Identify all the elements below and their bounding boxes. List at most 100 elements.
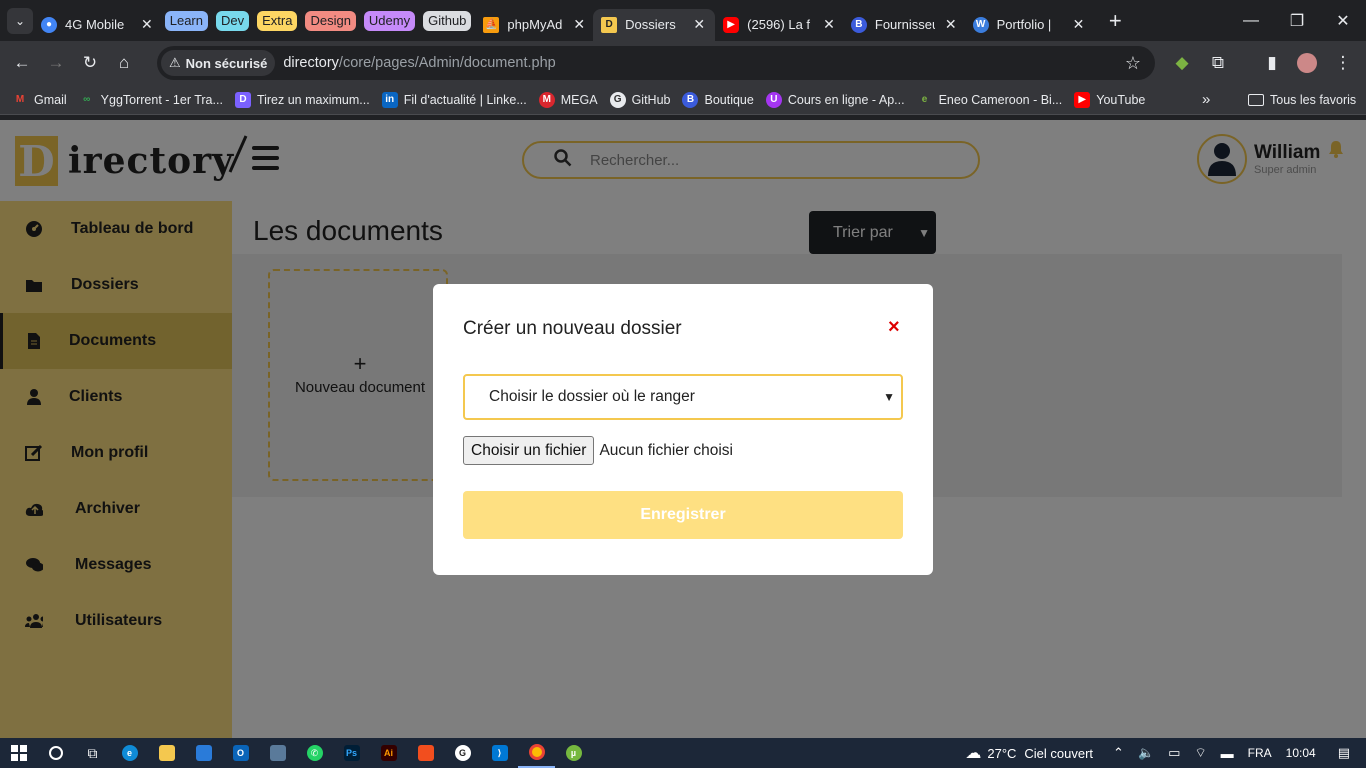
- tab-close-icon[interactable]: ✕: [141, 16, 153, 33]
- tab-fournisseur[interactable]: B Fournisseur ✕: [843, 9, 965, 41]
- bookmark-boutique[interactable]: B Boutique: [682, 91, 754, 108]
- tab-group-learn[interactable]: Learn: [164, 10, 208, 31]
- cloud-icon[interactable]: ☁: [965, 743, 981, 763]
- choose-file-button[interactable]: Choisir un fichier: [463, 436, 595, 465]
- bookmark-linkedin[interactable]: in Fil d'actualité | Linke...: [381, 91, 527, 108]
- task-view-icon[interactable]: ⧉: [74, 738, 111, 768]
- forward-button[interactable]: →: [39, 46, 73, 80]
- new-tab-button[interactable]: +: [1098, 4, 1132, 38]
- notifications-icon[interactable]: ▤: [1338, 745, 1350, 761]
- tab-title: Portfolio |: [996, 17, 1052, 32]
- tab-group-dev[interactable]: Dev: [215, 10, 250, 31]
- clock[interactable]: 10:04: [1286, 746, 1316, 760]
- battery-icon[interactable]: ▭: [1168, 745, 1180, 761]
- tab-group-design[interactable]: Design: [305, 10, 356, 31]
- tab-close-icon[interactable]: ✕: [693, 16, 705, 33]
- extensions-puzzle-icon[interactable]: ⧉: [1201, 46, 1235, 80]
- weather-temp[interactable]: 27°C: [987, 746, 1016, 761]
- windows-start-icon[interactable]: [0, 738, 37, 768]
- chrome-icon[interactable]: [518, 738, 555, 768]
- tab-group-udemy[interactable]: Udemy: [363, 10, 416, 31]
- chevron-up-icon[interactable]: ⌃: [1113, 745, 1124, 761]
- wifi-icon[interactable]: ⌔: [1194, 745, 1206, 761]
- wordpress-icon: W: [972, 16, 989, 33]
- tab-close-icon[interactable]: ✕: [945, 16, 957, 33]
- bookmark-eneo[interactable]: e Eneo Cameroon - Bi...: [917, 92, 1063, 108]
- web-page: D irectory Rechercher... William Super a…: [0, 120, 1366, 738]
- security-chip[interactable]: ⚠ Non sécurisé: [161, 50, 276, 76]
- bookmark-github[interactable]: G GitHub: [609, 91, 671, 108]
- search-icon[interactable]: [37, 738, 74, 768]
- tab-close-icon[interactable]: ✕: [573, 16, 585, 33]
- system-tray: ☁ 27°C Ciel couvert ⌃ 🔈 ▭ ⌔ ▬ FRA 10:04 …: [965, 738, 1366, 768]
- photoshop-icon[interactable]: Ps: [333, 738, 370, 768]
- outlook-icon[interactable]: O: [222, 738, 259, 768]
- edge-icon[interactable]: e: [111, 738, 148, 768]
- globe-icon: ●: [41, 16, 57, 33]
- bookmark-youtube[interactable]: ▶ YouTube: [1074, 91, 1146, 108]
- tab-close-icon[interactable]: ✕: [1073, 16, 1085, 33]
- bookmark-gmail[interactable]: M Gmail: [12, 92, 67, 108]
- bookmark-yggtorrent[interactable]: ∞ YggTorrent - 1er Tra...: [79, 92, 223, 108]
- tab-dossiers[interactable]: D Dossiers ✕: [593, 8, 716, 41]
- store-icon[interactable]: [185, 738, 222, 768]
- bookmark-label: MEGA: [560, 92, 598, 107]
- vscode-icon[interactable]: ⟩: [481, 738, 518, 768]
- whatsapp-icon[interactable]: ✆: [296, 738, 333, 768]
- save-button[interactable]: Enregistrer: [463, 491, 903, 539]
- warning-icon: ⚠: [169, 55, 181, 70]
- url-host: directory: [283, 55, 339, 71]
- modal-title: Créer un nouveau dossier: [463, 318, 682, 339]
- more-bookmarks-icon[interactable]: »: [1202, 91, 1210, 108]
- bookmark-label: Fil d'actualité | Linke...: [403, 92, 527, 107]
- bookmark-mega[interactable]: M MEGA: [538, 91, 598, 108]
- github-desktop-icon[interactable]: G: [444, 738, 481, 768]
- bookmark-label: Eneo Cameroon - Bi...: [938, 92, 1063, 107]
- language-indicator[interactable]: FRA: [1248, 746, 1272, 760]
- extension-icon[interactable]: ◆: [1165, 46, 1199, 80]
- all-bookmarks-label: Tous les favoris: [1270, 92, 1357, 107]
- tab-group-extra[interactable]: Extra: [257, 10, 298, 31]
- weather-text[interactable]: Ciel couvert: [1024, 746, 1093, 761]
- tab-title: phpMyAdmin: [507, 17, 563, 32]
- photos-icon[interactable]: [259, 738, 296, 768]
- bookmark-label: YouTube: [1096, 92, 1146, 107]
- tab-phpmyadmin[interactable]: ⛵ phpMyAdmin ✕: [475, 9, 593, 41]
- bookmark-udemy[interactable]: U Cours en ligne - Ap...: [765, 91, 905, 108]
- keyboard-icon[interactable]: ▬: [1221, 746, 1234, 761]
- address-bar[interactable]: ⚠ Non sécurisé directory/core/pages/Admi…: [157, 46, 1155, 80]
- volume-icon[interactable]: 🔈: [1138, 745, 1154, 761]
- home-button[interactable]: ⌂: [107, 46, 141, 80]
- tab-search-button[interactable]: ⌄: [7, 7, 33, 34]
- tab-portfolio[interactable]: W Portfolio | ✕: [965, 9, 1093, 41]
- minimize-button[interactable]: —: [1228, 0, 1274, 41]
- profile-avatar-icon[interactable]: [1290, 46, 1324, 80]
- bookmark-tirez[interactable]: D Tirez un maximum...: [234, 91, 370, 108]
- d-icon: D: [234, 91, 251, 108]
- utorrent-icon[interactable]: µ: [555, 738, 592, 768]
- browser-menu-icon[interactable]: ⋮: [1326, 46, 1360, 80]
- bookmark-label: Gmail: [34, 92, 67, 107]
- chevron-down-icon: ▼: [883, 390, 895, 404]
- close-icon[interactable]: ×: [888, 316, 900, 339]
- file-explorer-icon[interactable]: [148, 738, 185, 768]
- back-button[interactable]: ←: [5, 46, 39, 80]
- folder-select[interactable]: Choisir le dossier où le ranger ▼: [463, 374, 903, 420]
- tab-group-github[interactable]: Github: [423, 10, 472, 31]
- side-panel-icon[interactable]: ▮: [1255, 46, 1289, 80]
- bookmark-star-icon[interactable]: ☆: [1125, 53, 1141, 74]
- close-window-button[interactable]: ✕: [1320, 0, 1366, 41]
- tab-4g-mobile[interactable]: ● 4G Mobile ✕: [33, 9, 161, 41]
- tab-close-icon[interactable]: ✕: [823, 16, 835, 33]
- tab-youtube[interactable]: ▶ (2596) La f ✕: [715, 9, 843, 41]
- bookmark-label: GitHub: [631, 92, 671, 107]
- url-text[interactable]: directory/core/pages/Admin/document.php: [283, 55, 555, 71]
- all-bookmarks[interactable]: Tous les favoris: [1248, 93, 1356, 107]
- eneo-icon: e: [921, 94, 928, 105]
- figma-icon[interactable]: [407, 738, 444, 768]
- restore-button[interactable]: ❐: [1274, 0, 1320, 41]
- illustrator-icon[interactable]: Ai: [370, 738, 407, 768]
- linkedin-icon: in: [381, 91, 398, 108]
- github-icon: G: [609, 91, 626, 108]
- reload-button[interactable]: ↻: [73, 46, 107, 80]
